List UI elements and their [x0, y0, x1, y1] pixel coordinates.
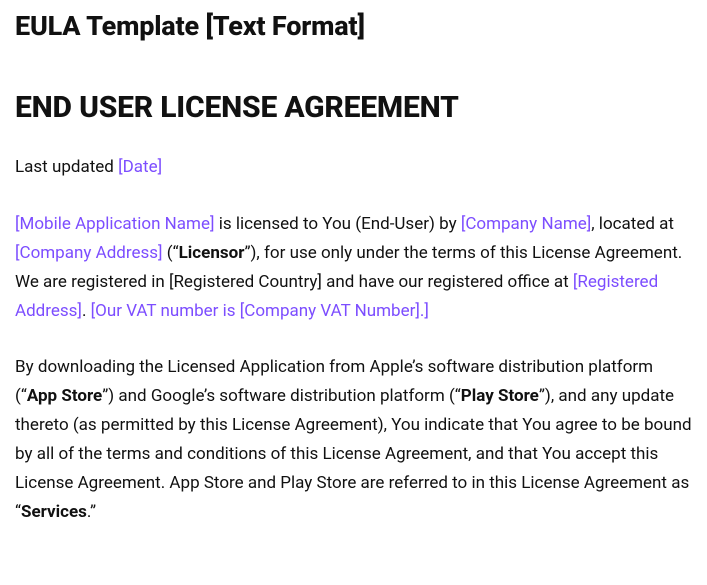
vat-placeholder: [Our VAT number is [Company VAT Number].… [91, 301, 429, 321]
text: ”) and Google’s software distribution pl… [102, 386, 461, 406]
app-store-term: App Store [27, 386, 102, 406]
company-address-placeholder: [Company Address] [15, 243, 163, 263]
text: (“ [163, 243, 179, 263]
intro-paragraph-2: By downloading the Licensed Application … [15, 353, 692, 526]
text: is licensed to You (End-User) by [214, 214, 460, 234]
services-term: Services [21, 502, 87, 522]
last-updated-line: Last updated [Date] [15, 153, 692, 182]
licensor-term: Licensor [179, 243, 245, 263]
company-name-placeholder: [Company Name] [461, 214, 591, 234]
intro-paragraph-1: [Mobile Application Name] is licensed to… [15, 210, 692, 326]
play-store-term: Play Store [461, 386, 539, 406]
date-placeholder: [Date] [118, 157, 162, 177]
text: .” [87, 502, 96, 522]
template-title: EULA Template [Text Format] [15, 10, 692, 42]
text: . [82, 301, 91, 321]
text: ”), and any update thereto (as permitted… [15, 386, 692, 522]
agreement-heading: END USER LICENSE AGREEMENT [15, 90, 692, 125]
last-updated-label: Last updated [15, 157, 118, 177]
text: , located at [591, 214, 674, 234]
app-name-placeholder: [Mobile Application Name] [15, 214, 214, 234]
